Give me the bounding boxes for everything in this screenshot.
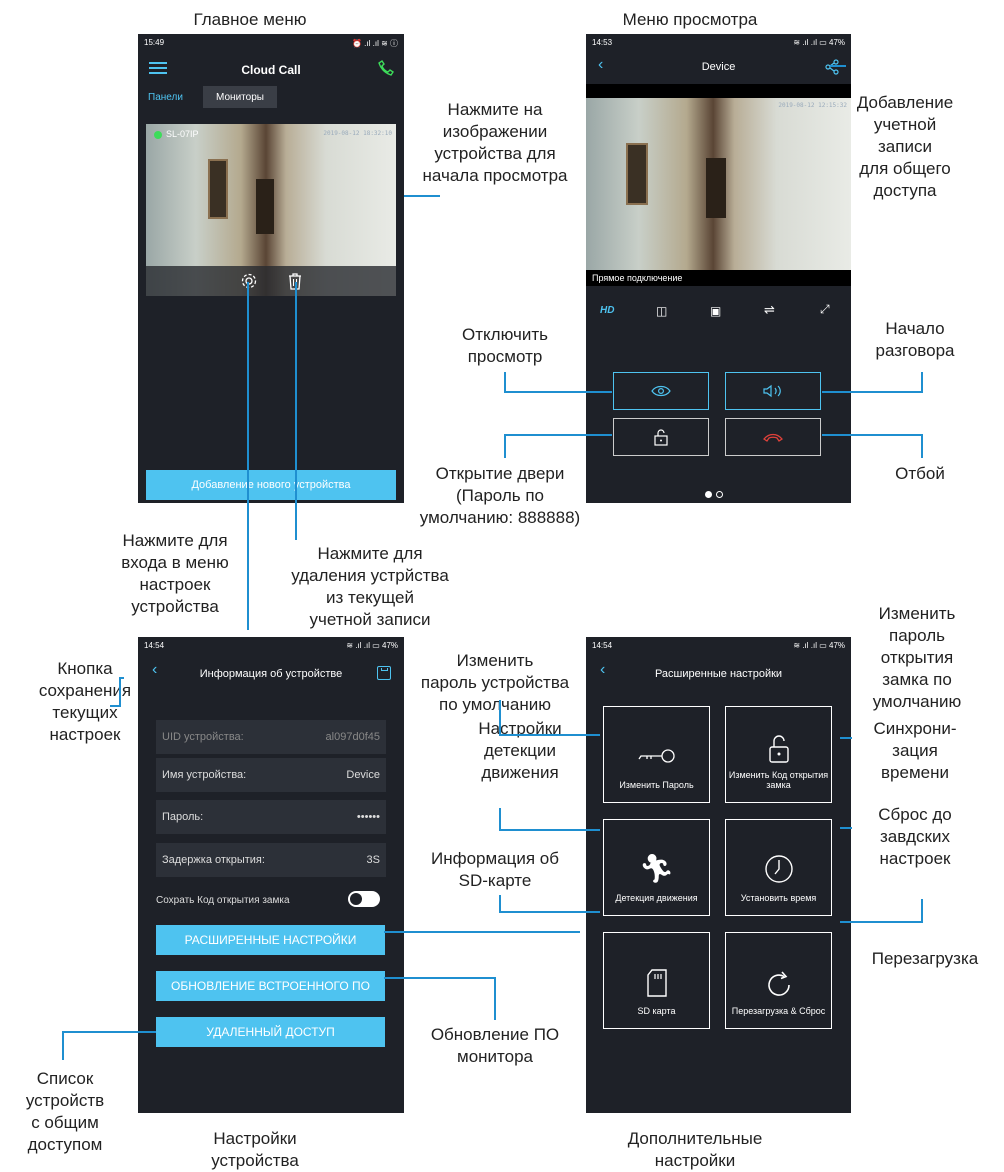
connector-line <box>504 434 612 458</box>
connector-line <box>62 1031 156 1060</box>
connector-line <box>384 977 496 1020</box>
connector-line <box>499 700 600 736</box>
connector-line <box>840 899 923 923</box>
connector-line <box>110 677 124 707</box>
connector-line <box>499 808 600 831</box>
connector-lines <box>62 65 923 1060</box>
connector-line <box>499 895 600 913</box>
connector-line <box>822 372 923 393</box>
connector-line <box>504 372 612 393</box>
connector-line <box>822 434 923 458</box>
